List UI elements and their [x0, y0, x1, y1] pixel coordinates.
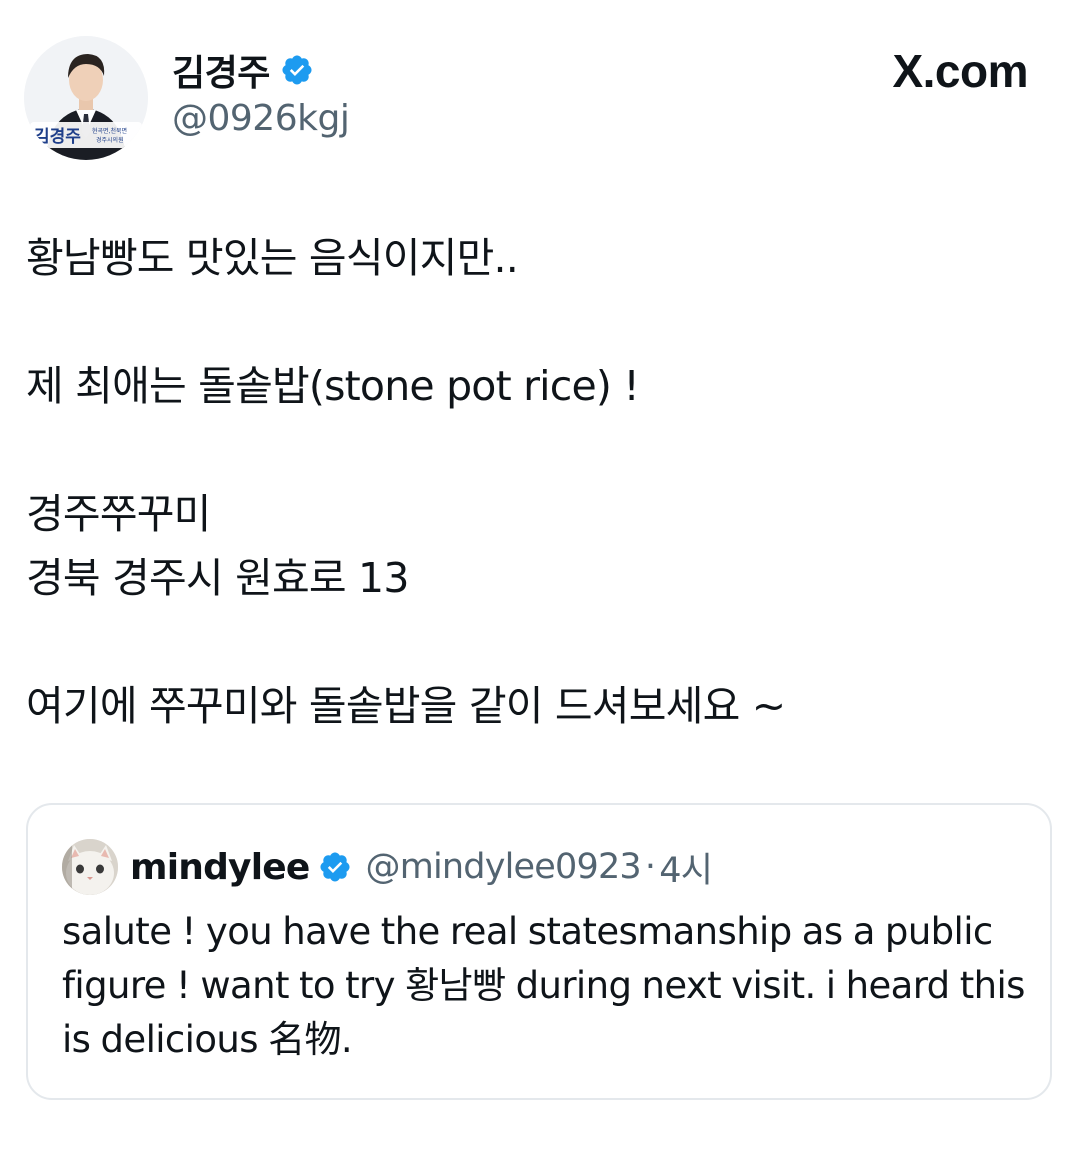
profile-photo-icon: 김경주 현곡면,천북면 경주시의원 [24, 36, 148, 160]
quote-header: mindylee @mindylee0923 · 4시 [130, 841, 713, 893]
verified-badge-icon [282, 55, 312, 85]
avatar-banner-name: 김경주 [34, 127, 81, 147]
tweet-line: 경주쭈꾸미 [26, 490, 211, 538]
cat-profile-photo-icon [62, 839, 118, 895]
author-handle[interactable]: @0926kgj [172, 98, 350, 139]
quoted-tweet[interactable]: mindylee @mindylee0923 · 4시 salute ! you… [26, 803, 1052, 1100]
display-name[interactable]: 김경주 [172, 44, 270, 96]
verified-badge-icon [319, 852, 350, 882]
tweet-line: 여기에 쭈꾸미와 돌솥밥을 같이 드셔보세요 ~ [26, 682, 786, 730]
avatar[interactable]: 김경주 현곡면,천북면 경주시의원 [24, 36, 148, 160]
quote-handle[interactable]: @mindylee0923 [366, 847, 642, 887]
tweet-line: 제 최애는 돌솥밥(stone pot rice) ! [26, 362, 640, 410]
tweet-text: 황남빵도 맛있는 음식이지만.. 제 최애는 돌솥밥(stone pot ric… [26, 226, 1056, 738]
author-name-row[interactable]: 김경주 [172, 46, 314, 94]
tweet-card: 김경주 현곡면,천북면 경주시의원 김경주 @0926kgj X.com 황남빵… [0, 0, 1080, 1154]
quote-timestamp[interactable]: 4시 [659, 842, 713, 893]
avatar-banner-sub1: 현곡면,천북면 [92, 127, 127, 135]
quote-separator: · [644, 847, 656, 887]
quote-avatar[interactable] [62, 839, 118, 895]
quote-display-name[interactable]: mindylee [130, 847, 310, 888]
tweet-line: 황남빵도 맛있는 음식이지만.. [26, 234, 519, 282]
brand-logo: X.com [892, 45, 1028, 97]
quote-text: salute ! you have the real statesmanship… [62, 910, 1025, 1061]
avatar-banner-sub2: 경주시의원 [96, 136, 124, 144]
tweet-line: 경북 경주시 원효로 13 [26, 554, 409, 602]
